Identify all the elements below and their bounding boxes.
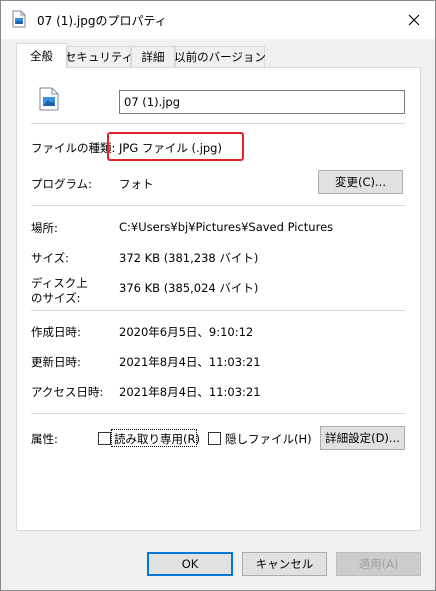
divider [31,413,405,414]
title-bar: 07 (1).jpgのプロパティ [1,1,435,39]
apply-button[interactable]: 適用(A) [336,552,421,576]
hidden-label[interactable]: 隠しファイル(H) [225,431,312,447]
size-value: 372 KB (381,238 バイト) [119,251,259,265]
window-title: 07 (1).jpgのプロパティ [37,14,167,28]
created-value: 2020年6月5日、9:10:12 [119,325,254,339]
readonly-label[interactable]: 読み取り専用(R) [114,431,200,447]
hidden-checkbox[interactable] [208,432,221,445]
divider [31,123,405,124]
program-label: プログラム: [31,177,93,191]
ok-button[interactable]: OK [147,552,233,576]
image-file-icon [12,10,26,28]
size-label: サイズ: [31,251,70,265]
location-label: 場所: [31,221,58,235]
file-type-label: ファイルの種類: [31,141,116,155]
disk-size-value: 376 KB (385,024 バイト) [119,281,259,295]
cancel-button[interactable]: キャンセル [242,552,327,576]
disk-size-label-line2: のサイズ: [31,291,81,305]
change-program-button[interactable]: 変更(C)... [318,170,403,194]
file-name-input[interactable] [119,90,405,114]
readonly-checkbox[interactable] [98,432,111,445]
accessed-label: アクセス日時: [31,385,104,399]
advanced-attributes-button[interactable]: 詳細設定(D)... [320,426,405,450]
program-value: フォト [119,177,154,191]
close-button[interactable] [401,7,427,33]
close-icon [408,14,420,26]
created-label: 作成日時: [31,325,81,339]
accessed-value: 2021年8月4日、11:03:21 [119,385,261,399]
location-value: C:¥Users¥bj¥Pictures¥Saved Pictures [119,220,334,234]
divider [31,310,405,311]
tab-security[interactable]: セキュリティ [65,46,133,67]
highlight-annotation [107,132,244,161]
properties-dialog: 07 (1).jpgのプロパティ 全般 セキュリティ 詳細 以前のバージョン フ… [0,0,436,591]
image-file-icon [39,87,59,111]
divider [31,205,405,206]
modified-label: 更新日時: [31,355,81,369]
tab-general[interactable]: 全般 [16,43,67,68]
tab-details[interactable]: 詳細 [131,46,175,67]
attributes-label: 属性: [31,432,58,446]
modified-value: 2021年8月4日、11:03:21 [119,355,261,369]
tab-previous-versions[interactable]: 以前のバージョン [174,46,266,67]
disk-size-label-line1: ディスク上 [31,276,88,290]
